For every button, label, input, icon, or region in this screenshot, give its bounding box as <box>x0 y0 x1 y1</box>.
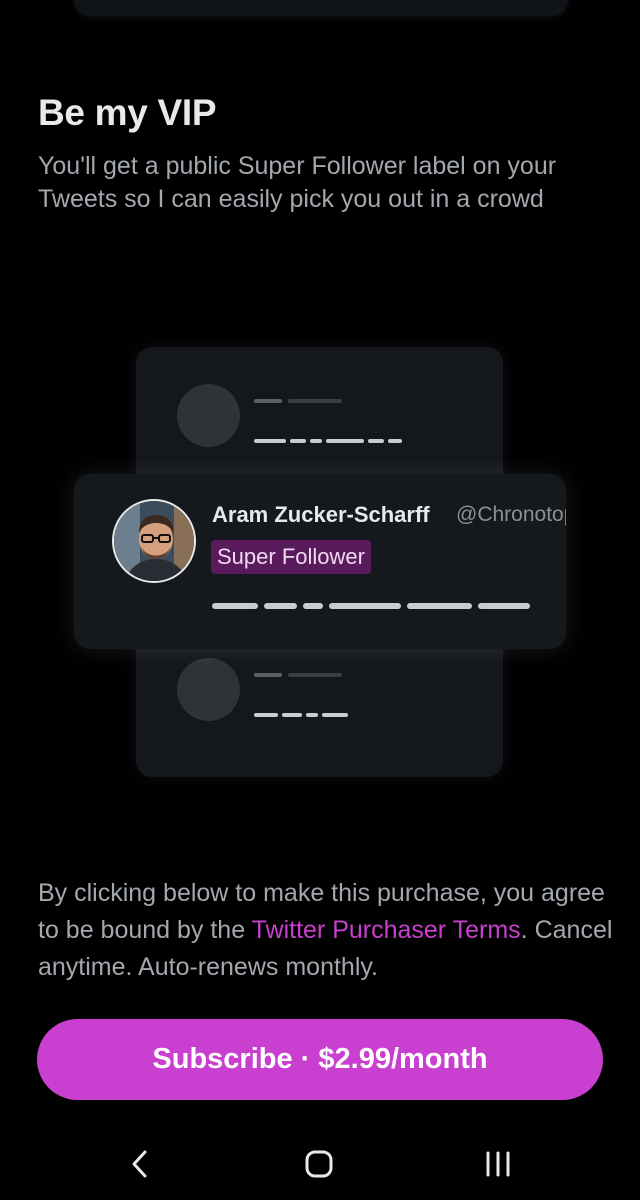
placeholder-line <box>329 603 401 609</box>
placeholder-avatar <box>177 384 240 447</box>
placeholder-line <box>388 439 402 443</box>
person-avatar-icon <box>114 501 194 581</box>
placeholder-line <box>254 399 282 403</box>
placeholder-line <box>288 673 342 677</box>
placeholder-line <box>306 713 318 717</box>
placeholder-line <box>282 713 302 717</box>
home-button[interactable] <box>294 1142 344 1186</box>
purchase-terms-text: By clicking below to make this purchase,… <box>38 875 618 986</box>
user-handle: @Chronotope <box>456 503 566 526</box>
placeholder-line <box>478 603 530 609</box>
section-title: Be my VIP <box>38 92 217 133</box>
placeholder-line <box>290 439 306 443</box>
chevron-left-icon <box>132 1150 147 1178</box>
placeholder-avatar <box>177 658 240 721</box>
placeholder-line <box>368 439 384 443</box>
placeholder-line <box>254 439 286 443</box>
placeholder-line <box>288 399 342 403</box>
placeholder-line <box>254 673 282 677</box>
user-name: Aram Zucker-Scharff <box>212 502 430 527</box>
placeholder-line <box>303 603 323 609</box>
subscribe-button[interactable]: Subscribe · $2.99/month <box>37 1019 603 1100</box>
recent-apps-icon <box>486 1151 510 1177</box>
back-button[interactable] <box>115 1142 165 1186</box>
avatar <box>112 499 196 583</box>
previous-card-edge <box>74 0 568 16</box>
purchaser-terms-link[interactable]: Twitter Purchaser Terms <box>252 916 521 944</box>
system-navigation-bar <box>0 1128 640 1200</box>
recent-apps-button[interactable] <box>473 1142 523 1186</box>
placeholder-line <box>326 439 364 443</box>
section-description: You'll get a public Super Follower label… <box>38 152 557 213</box>
placeholder-line <box>264 603 297 609</box>
placeholder-line <box>322 713 348 717</box>
placeholder-line <box>310 439 322 443</box>
super-follower-preview-card: Aram Zucker-Scharff @Chronotope Super Fo… <box>74 474 566 649</box>
home-square-icon <box>305 1150 333 1178</box>
placeholder-line <box>254 713 278 717</box>
super-follower-badge: Super Follower <box>211 540 371 574</box>
placeholder-line <box>407 603 472 609</box>
placeholder-line <box>212 603 258 609</box>
